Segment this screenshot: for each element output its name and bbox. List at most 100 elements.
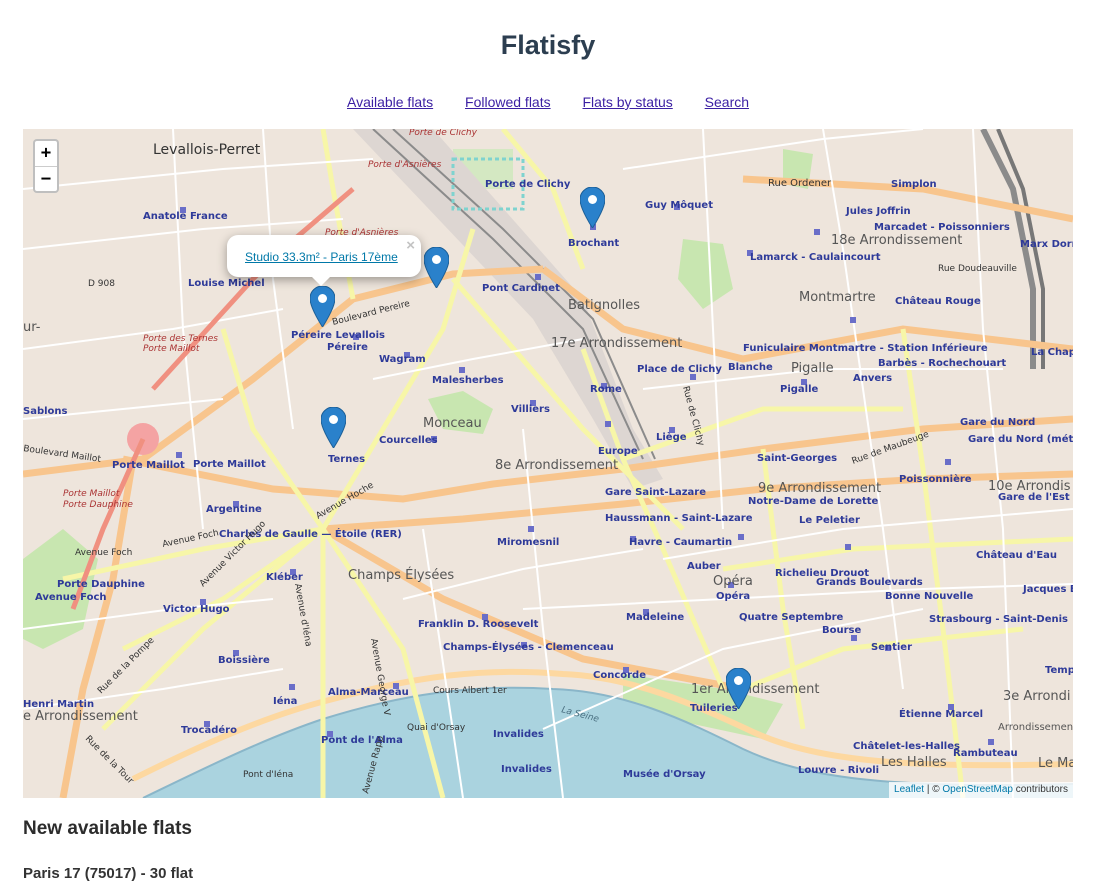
label-malesherbes: Malesherbes [432, 375, 504, 386]
label-marcadet: Marcadet - Poissonniers [874, 222, 1010, 233]
nav-flats-by-status[interactable]: Flats by status [583, 94, 673, 110]
label-ur: ur- [23, 320, 41, 335]
zoom-control: + − [33, 139, 59, 193]
label-musee-orsay: Musée d'Orsay [623, 768, 706, 780]
nav-search[interactable]: Search [705, 94, 749, 110]
label-marx-dormoy: Marx Dorm [1020, 239, 1073, 250]
label-courcelles: Courcelles [379, 435, 438, 446]
label-pigalle-big: Pigalle [791, 361, 834, 376]
label-pont-alma: Pont de l'Alma [321, 735, 403, 746]
label-strasbourg: Strasbourg - Saint-Denis [929, 614, 1068, 625]
label-invalides: Invalides [493, 729, 544, 740]
label-blanche: Blanche [728, 362, 773, 373]
label-arr9: 9e Arrondissement [758, 481, 881, 496]
label-auber: Auber [687, 561, 721, 572]
label-le-peletier: Le Peletier [799, 515, 860, 526]
label-chateau-rouge: Château Rouge [895, 295, 981, 307]
label-anatole-france: Anatole France [143, 211, 228, 222]
marker-popup: Studio 33.3m² - Paris 17ème × [227, 235, 421, 286]
label-alma-marceau: Alma-Marceau [328, 687, 409, 698]
label-gare-saint-lazare: Gare Saint-Lazare [605, 487, 706, 498]
label-quai-orsay: Quai d'Orsay [407, 723, 466, 733]
label-haussmann: Haussmann - Saint-Lazare [605, 513, 753, 524]
page-title: Flatisfy [500, 30, 596, 60]
label-gare-du-nord-metro: Gare du Nord (métro [968, 433, 1073, 445]
label-jules-joffrin: Jules Joffrin [845, 206, 911, 217]
label-lamarck: Lamarck - Caulaincourt [750, 252, 881, 263]
label-grands-boulevards: Grands Boulevards [816, 577, 923, 588]
label-champs-clemenceau: Champs-Élysées - Clemenceau [443, 640, 614, 653]
label-europe: Europe [598, 446, 638, 457]
label-pereire-levallois: Péreire Levallois [291, 329, 385, 341]
label-champs-elysees: Champs Élysées [348, 567, 454, 583]
openstreetmap-link[interactable]: OpenStreetMap [942, 784, 1013, 795]
label-place-clichy: Place de Clichy [637, 364, 722, 375]
label-wagram: Wagram [379, 354, 426, 365]
map-marker-icon[interactable] [424, 247, 449, 288]
label-concorde: Concorde [593, 670, 646, 681]
label-temple: Templ [1045, 665, 1073, 676]
label-jacques-bon: Jacques Bon [1022, 584, 1073, 595]
label-porte-maillot-2: Porte Maillot [193, 459, 266, 470]
label-gare-de-lest: Gare de l'Est [998, 492, 1070, 503]
label-arr1: 1er Arrondissement [691, 682, 819, 697]
label-pont-cardinet: Pont Cardinet [482, 283, 560, 294]
label-funiculaire: Funiculaire Montmartre - Station Inférie… [743, 342, 988, 354]
zoom-out-button[interactable]: − [35, 166, 57, 191]
label-avenue-foch: Avenue Foch [75, 548, 132, 558]
label-ternes: Ternes [328, 454, 365, 465]
map-tiles[interactable]: Levallois-Perret Anatole France Louise M… [23, 129, 1073, 798]
label-porte-maillot: Porte Maillot [112, 460, 185, 471]
nav-followed-flats[interactable]: Followed flats [465, 94, 551, 110]
label-bonne-nouvelle: Bonne Nouvelle [885, 591, 974, 602]
label-arr18: 18e Arrondissement [831, 233, 962, 248]
label-chateau-eau: Château d'Eau [976, 549, 1057, 561]
label-rue-doudeauville: Rue Doudeauville [938, 264, 1017, 274]
label-villiers: Villiers [511, 404, 550, 415]
map-marker-icon[interactable] [310, 286, 335, 327]
label-arr3: 3e Arrondi [1003, 689, 1071, 704]
label-quatre-septembre: Quatre Septembre [739, 612, 844, 623]
nav-available-flats[interactable]: Available flats [347, 94, 433, 110]
label-argentine: Argentine [206, 504, 262, 515]
label-montmartre: Montmartre [799, 290, 876, 305]
label-les-halles: Les Halles [881, 755, 947, 770]
map[interactable]: Levallois-Perret Anatole France Louise M… [23, 129, 1073, 798]
label-franklin: Franklin D. Roosevelt [418, 619, 539, 630]
label-chatelet: Châtelet-les-Halles [853, 740, 960, 752]
label-brochant: Brochant [568, 238, 619, 249]
label-gare-du-nord: Gare du Nord [960, 417, 1035, 428]
label-arr8: 8e Arrondissement [495, 458, 618, 473]
label-liege: Liège [656, 431, 687, 443]
label-madeleine: Madeleine [626, 612, 684, 623]
label-boissiere: Boissière [218, 654, 270, 666]
label-bourse: Bourse [822, 625, 861, 636]
map-marker-icon[interactable] [726, 668, 751, 709]
label-guy-moquet: Guy Môquet [645, 199, 713, 211]
map-marker-icon[interactable] [321, 407, 346, 448]
label-porte-dauphine-red: Porte Dauphine [63, 500, 133, 510]
attribution-suffix: contributors [1012, 784, 1068, 795]
label-opera-big: Opéra [713, 574, 753, 589]
label-sablons: Sablons [23, 406, 68, 417]
label-rome: Rome [590, 384, 622, 395]
label-poissonniere: Poissonnière [899, 473, 972, 485]
group-title: Paris 17 (75017) - 30 flat [23, 865, 194, 882]
label-havre: Havre - Caumartin [629, 537, 732, 548]
top-navigation: Available flats Followed flats Flats by … [0, 94, 1096, 110]
map-marker-icon[interactable] [580, 187, 605, 228]
label-la-chapelle: La Chape [1031, 347, 1073, 358]
label-arrondissement-right: Arrondissement [998, 722, 1073, 733]
label-kleber: Kléber [266, 571, 303, 583]
label-d908: D 908 [88, 279, 115, 289]
popup-flat-link[interactable]: Studio 33.3m² - Paris 17ème [245, 250, 398, 264]
popup-close-button[interactable]: × [406, 237, 415, 254]
leaflet-link[interactable]: Leaflet [894, 784, 924, 795]
label-porte-de-clichy: Porte de Clichy [485, 179, 571, 190]
popup-tip [311, 276, 331, 286]
section-title: New available flats [23, 818, 192, 839]
zoom-in-button[interactable]: + [35, 141, 57, 166]
label-cours-albert: Cours Albert 1er [433, 686, 507, 696]
label-sentier: Sentier [871, 642, 912, 653]
label-porte-des-ternes: Porte des Ternes [143, 334, 218, 344]
